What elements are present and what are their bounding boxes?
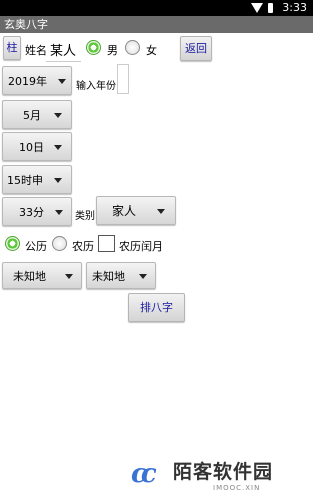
calendar-solar-radio[interactable]	[5, 236, 20, 251]
chevron-down-icon	[58, 78, 66, 84]
year-input-label: 输入年份	[76, 81, 116, 92]
watermark-logo: cc 陌客软件园 IMOOC.XIN	[131, 456, 311, 496]
gender-female-radio[interactable]	[125, 40, 140, 55]
wifi-icon	[251, 3, 263, 13]
logo-mark: cc	[131, 459, 157, 489]
pillar-button-label: 柱	[6, 41, 18, 54]
hour-dropdown[interactable]: 15时申	[2, 165, 72, 194]
app-title: 玄奥八字	[4, 18, 48, 31]
category-dropdown[interactable]: 家人	[96, 196, 176, 225]
chevron-down-icon	[55, 209, 63, 215]
chevron-down-icon	[157, 208, 165, 214]
chevron-down-icon	[139, 273, 147, 279]
chevron-down-icon	[65, 273, 73, 279]
calendar-lunar-radio[interactable]	[52, 236, 67, 251]
hour-value: 15时申	[7, 173, 43, 187]
month-dropdown[interactable]: 5月	[2, 100, 72, 129]
day-value: 10日	[19, 140, 44, 154]
minute-value: 33分	[19, 205, 44, 219]
minute-dropdown[interactable]: 33分	[2, 197, 72, 226]
chevron-down-icon	[54, 144, 62, 150]
gender-male-label: 男	[107, 44, 118, 57]
name-label: 姓名	[25, 44, 47, 57]
place2-value: 未知地	[92, 269, 125, 283]
leap-month-checkbox[interactable]	[98, 235, 115, 252]
month-value: 5月	[23, 108, 41, 122]
title-bar: 玄奥八字	[0, 16, 313, 33]
category-value: 家人	[112, 204, 137, 218]
year-input[interactable]	[117, 64, 129, 94]
leap-month-label: 农历闰月	[119, 240, 163, 253]
chevron-down-icon	[54, 177, 62, 183]
status-time: 3:33	[282, 1, 307, 14]
calendar-lunar-label: 农历	[72, 240, 94, 253]
back-button[interactable]: 返回	[180, 36, 212, 61]
back-button-label: 返回	[185, 42, 207, 55]
name-value: 某人	[50, 44, 77, 59]
name-input[interactable]: 某人	[46, 36, 81, 62]
status-bar: 3:33	[0, 0, 313, 16]
submit-button-label: 排八字	[140, 301, 173, 314]
year-dropdown[interactable]: 2019年	[2, 66, 72, 95]
calendar-solar-label: 公历	[25, 240, 47, 253]
pillar-button[interactable]: 柱	[3, 36, 21, 60]
place2-dropdown[interactable]: 未知地	[86, 262, 156, 289]
place1-dropdown[interactable]: 未知地	[2, 262, 82, 289]
chevron-down-icon	[54, 112, 62, 118]
day-dropdown[interactable]: 10日	[2, 132, 72, 161]
year-value: 2019年	[8, 74, 47, 88]
place1-value: 未知地	[13, 269, 46, 283]
submit-button[interactable]: 排八字	[128, 293, 185, 322]
watermark-sub: IMOOC.XIN	[213, 484, 261, 492]
battery-icon	[268, 3, 273, 13]
gender-female-label: 女	[146, 44, 157, 57]
gender-male-radio[interactable]	[86, 40, 101, 55]
category-label: 类别	[75, 211, 95, 222]
watermark-brand: 陌客软件园	[173, 461, 274, 483]
